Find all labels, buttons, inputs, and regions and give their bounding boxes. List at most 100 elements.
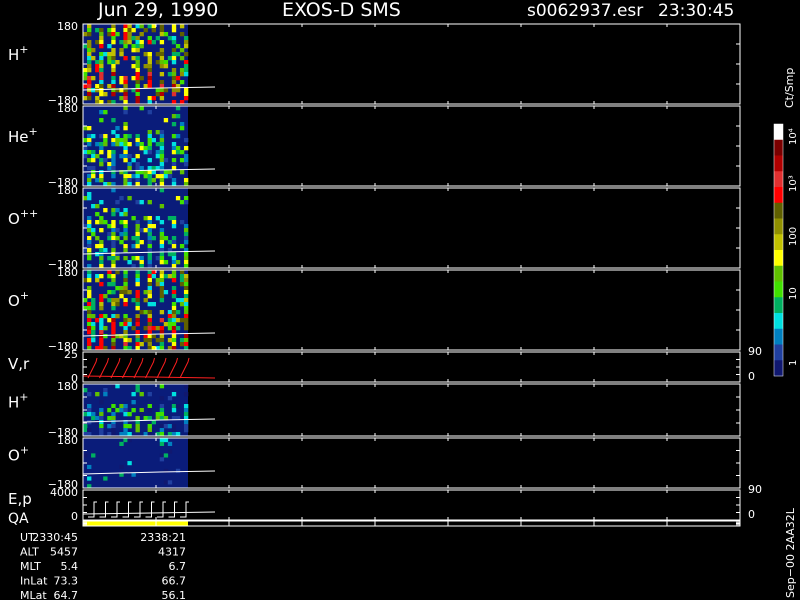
- spectrogram-cell: [103, 208, 108, 213]
- spectrogram-cell: [183, 88, 189, 93]
- spectrogram-cell: [95, 40, 100, 45]
- spectrogram-cell: [91, 154, 96, 159]
- spectrogram-cell: [135, 416, 140, 421]
- spectrogram-cell: [151, 178, 156, 183]
- spectrogram-cell: [159, 228, 165, 233]
- spectrogram-cell: [83, 44, 88, 49]
- spectrogram-cell: [183, 158, 189, 163]
- spectrogram-cell: [111, 228, 116, 233]
- spectrogram-cell: [179, 150, 185, 155]
- spectrogram-cell: [139, 200, 144, 205]
- spectrogram-cell: [147, 40, 152, 45]
- spectrogram-cell: [171, 36, 177, 41]
- spectrogram-cell: [171, 260, 177, 265]
- spectrogram-cell: [111, 302, 116, 307]
- spectrogram-cell: [107, 416, 112, 421]
- spectrogram-cell: [91, 134, 96, 139]
- spectrogram-cell: [87, 256, 92, 261]
- spectrogram-cell: [87, 40, 92, 45]
- spectrogram-cell: [179, 170, 185, 175]
- spectrogram-cell: [163, 480, 169, 485]
- spectrogram-cell: [135, 178, 140, 183]
- spectrogram-cell: [135, 166, 140, 171]
- spectrogram-cell: [111, 60, 116, 65]
- spectrogram-cell: [135, 154, 140, 159]
- spectrogram-cell: [175, 318, 181, 323]
- energy-trace: [168, 501, 178, 518]
- spectrogram-cell: [147, 236, 152, 241]
- spectrogram-cell: [163, 322, 169, 327]
- velocity-trace: [145, 357, 155, 379]
- spectrogram-cell: [167, 338, 173, 343]
- spectrogram-cell: [119, 76, 124, 81]
- spectrogram-cell: [87, 150, 92, 155]
- spectrogram-cell: [171, 80, 177, 85]
- spectrogram-cell: [87, 138, 92, 143]
- panel-label: H+: [8, 43, 29, 64]
- spectrogram-cell: [87, 326, 92, 331]
- spectrogram-cell: [171, 424, 177, 429]
- spectrogram-cell: [171, 342, 177, 347]
- spectrogram-cell: [115, 134, 120, 139]
- spectrogram-cell: [111, 174, 116, 179]
- spectrogram-cell: [159, 96, 165, 101]
- spectrogram-cell: [99, 110, 104, 115]
- spectrogram-cell: [159, 278, 165, 283]
- spectrogram-cell: [99, 40, 104, 45]
- energy-trace: [134, 501, 143, 518]
- spectrogram-cell: [179, 244, 185, 249]
- spectrogram-cell: [171, 278, 177, 283]
- spectrogram-cell: [183, 252, 189, 257]
- spectrogram-cell: [183, 178, 189, 183]
- spectrogram-cell: [115, 236, 120, 241]
- spectrogram-cell: [147, 150, 152, 155]
- spectrogram-cell: [171, 310, 177, 315]
- spectrogram-cell: [99, 28, 104, 33]
- spectrogram-cell: [107, 290, 112, 295]
- spectrogram-cell: [135, 92, 140, 97]
- spectrogram-cell: [119, 138, 124, 143]
- spectrogram-cell: [159, 154, 165, 159]
- colorbar-label: 1: [788, 360, 799, 366]
- spectrogram-cell: [83, 154, 88, 159]
- spectrogram-cell: [171, 28, 177, 33]
- spectrogram-cell: [83, 126, 88, 131]
- spectrogram-cell: [91, 204, 96, 209]
- panel-label: O++: [8, 207, 38, 228]
- spectrogram-cell: [183, 286, 189, 291]
- panel-o-plus-1: O+180−180: [8, 266, 741, 353]
- spectrogram-cell: [115, 270, 120, 275]
- spectrogram-cell: [135, 244, 140, 249]
- spectrogram-cell: [167, 322, 173, 327]
- spectrogram-cell: [163, 290, 169, 295]
- spectrogram-cell: [115, 408, 120, 413]
- spectrogram-cell: [99, 252, 104, 257]
- spectrogram-cell: [183, 420, 189, 425]
- spectrogram-cell: [163, 158, 169, 163]
- spectrogram-cell: [183, 236, 189, 241]
- spectrogram-cell: [111, 306, 116, 311]
- spectrogram-cell: [143, 84, 148, 89]
- spectrogram-cell: [115, 384, 120, 389]
- spectrogram-cell: [175, 468, 181, 473]
- spectrogram-cell: [171, 404, 177, 409]
- spectrogram-cell: [123, 290, 128, 295]
- spectrogram-cell: [91, 166, 96, 171]
- spectrogram-cell: [131, 44, 136, 49]
- spectrogram-cell: [111, 48, 116, 53]
- colorbar-swatch: [774, 297, 783, 314]
- spectrogram-cell: [83, 76, 88, 81]
- spectrogram-cell: [159, 252, 165, 257]
- spectrogram-cell: [155, 174, 161, 179]
- spectrogram-cell: [135, 274, 140, 279]
- spectrogram-cell: [147, 174, 152, 179]
- spectrogram-cell: [151, 96, 156, 101]
- spectrogram-cell: [171, 256, 177, 261]
- spectrogram-cell: [175, 150, 181, 155]
- footer-code: Sep−00 2AA32L: [784, 507, 797, 598]
- spectrogram-cell: [123, 28, 128, 33]
- spectrogram-cell: [147, 232, 152, 237]
- spectrogram-cell: [147, 146, 152, 151]
- spectrogram-cell: [171, 220, 177, 225]
- spectrogram-cell: [107, 424, 112, 429]
